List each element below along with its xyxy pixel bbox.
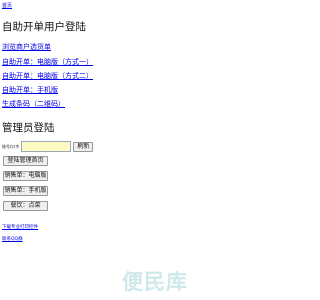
browse-merchant-orders-link[interactable]: 浏览商户选货单 (2, 42, 51, 52)
dining-order-button[interactable]: 餐饮：点菜 (3, 201, 48, 211)
watermark-logo: 便民库 (122, 270, 188, 294)
generate-barcode-link[interactable]: 生成条码（二维码） (2, 99, 65, 109)
home-link[interactable]: 首页 (2, 2, 12, 9)
qq-group-link[interactable]: 联系QQ群 (2, 236, 23, 242)
admin-login-title: 管理员登陆 (2, 122, 55, 134)
self-checkout-title: 自助开单用户登陆 (2, 21, 86, 33)
self-checkout-desktop-method2-link[interactable]: 自助开单：电脑版（方式二） (2, 71, 93, 81)
download-print-control-link[interactable]: 下载专业打印控件 (2, 224, 38, 230)
account-label: 账号/口令 (2, 143, 20, 149)
account-password-input[interactable] (21, 141, 72, 152)
admin-home-login-button[interactable]: 登陆管理首页 (3, 156, 48, 166)
self-checkout-mobile-link[interactable]: 自助开单：手机版 (2, 85, 58, 95)
self-checkout-desktop-method1-link[interactable]: 自助开单：电脑版（方式一） (2, 57, 93, 67)
refresh-button[interactable]: 刷新 (73, 141, 94, 152)
admin-login-row: 账号/口令 刷新 (2, 141, 94, 152)
sales-order-mobile-button[interactable]: 销售单：手机版 (3, 186, 48, 196)
sales-order-desktop-button[interactable]: 销售单：电脑版 (3, 171, 48, 181)
